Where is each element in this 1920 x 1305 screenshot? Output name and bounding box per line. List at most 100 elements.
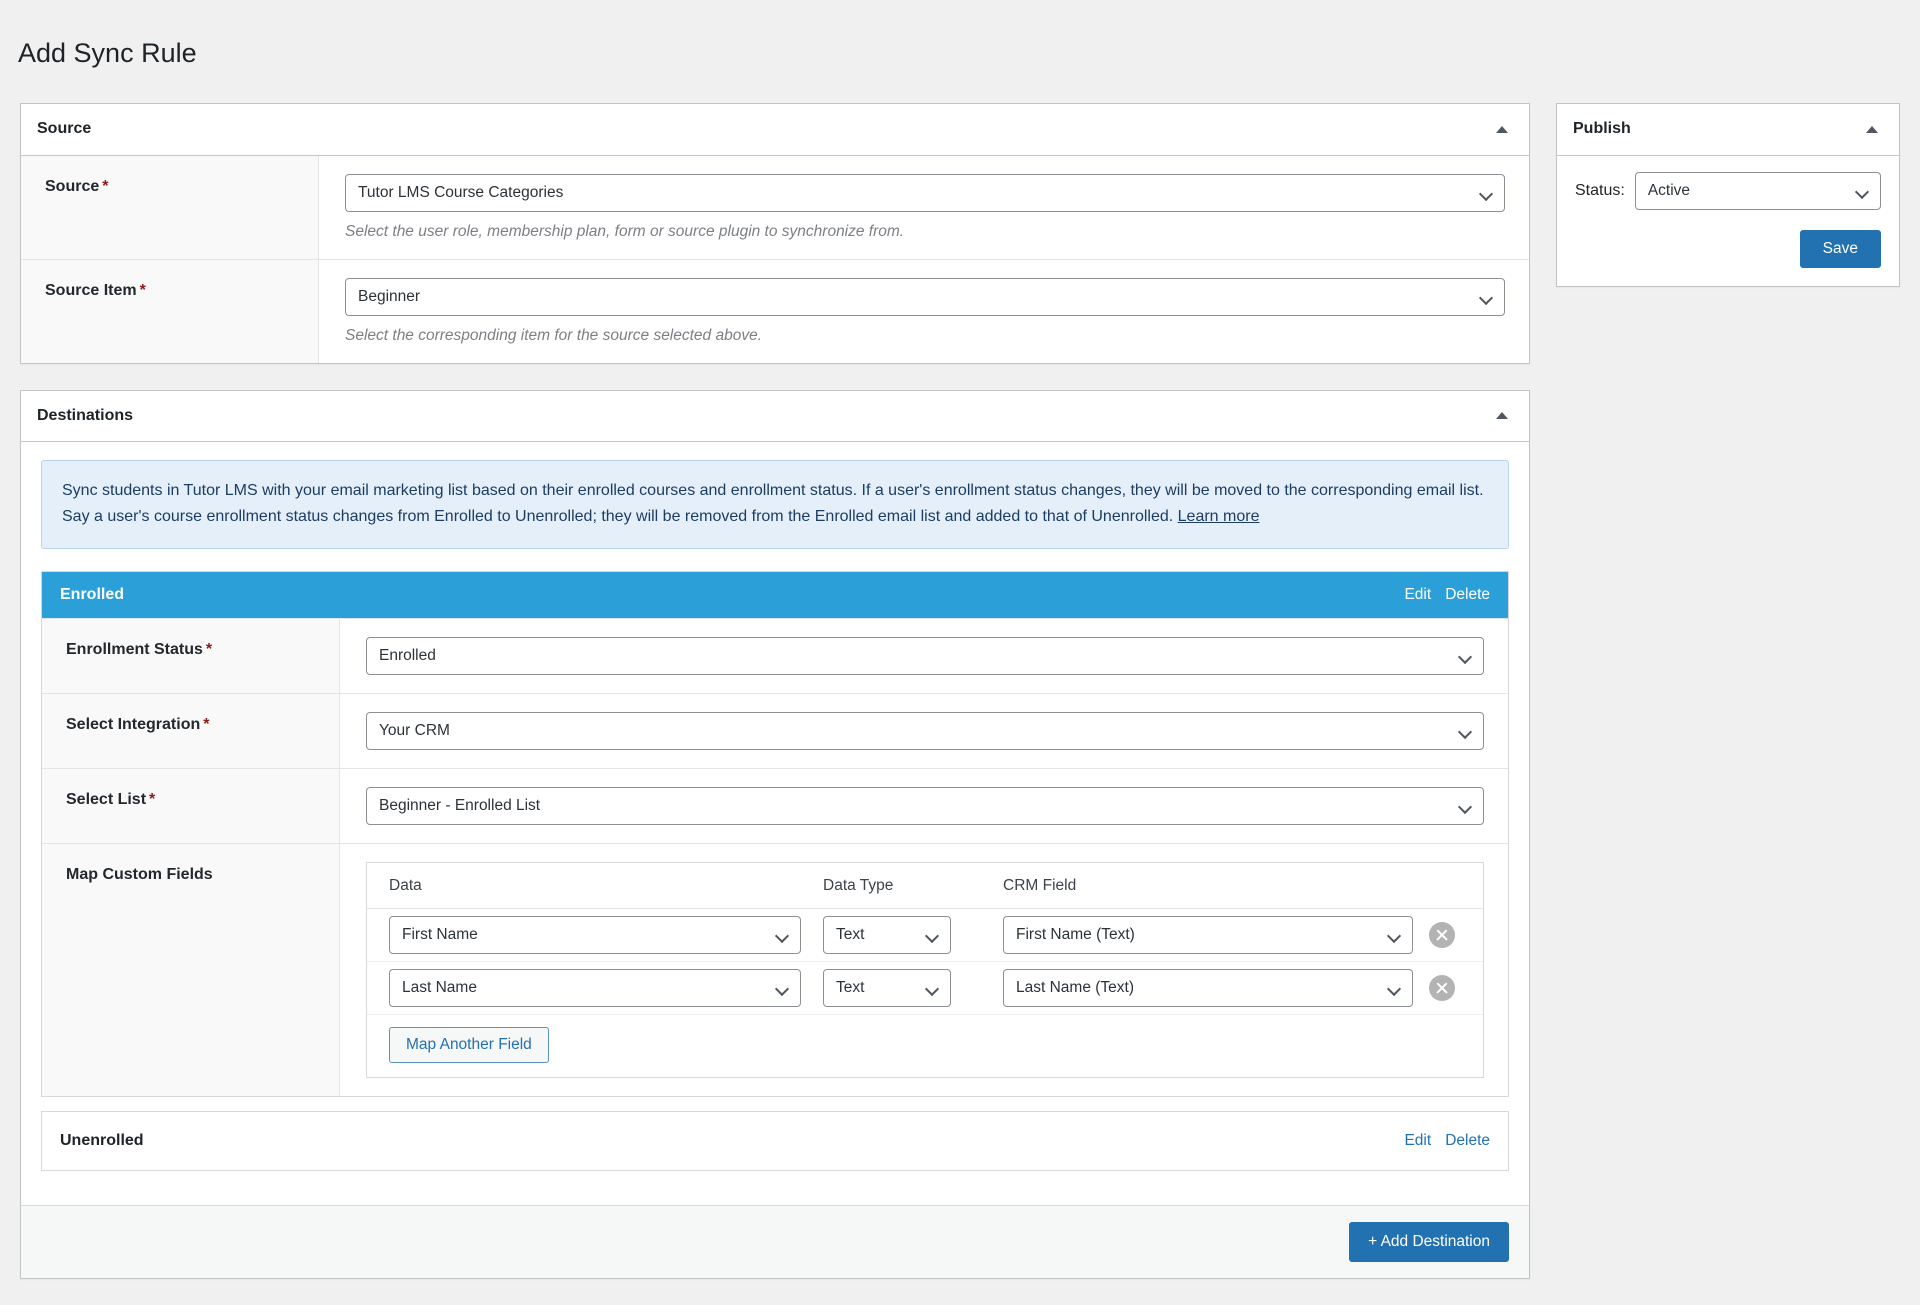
enrollment-status-field: Enrolled [340,618,1508,693]
source-item-label-text: Source Item [45,281,137,299]
map-row-type-cell: Text [819,968,999,1007]
edit-destination-enrolled-link[interactable]: Edit [1404,586,1431,604]
select-integration-row: Select Integration * Your CRM [42,692,1508,768]
source-panel-header: Source [21,104,1529,156]
required-marker: * [139,281,146,299]
publish-panel-title: Publish [1573,120,1631,138]
map-row-remove-cell [1413,921,1471,948]
map-row-data-cell: Last Name [379,968,819,1007]
enrollment-status-row: Enrollment Status * Enrolled [42,617,1508,693]
source-item-label: Source Item * [21,259,319,363]
delete-destination-enrolled-link[interactable]: Delete [1445,586,1490,604]
column-header-data-type: Data Type [823,876,894,894]
source-item-select[interactable]: Beginner [345,277,1505,316]
map-crm-field-select[interactable]: Last Name (Text) [1003,968,1413,1007]
select-integration-label-text: Select Integration [66,715,201,733]
map-row-crm-cell: Last Name (Text) [999,968,1413,1007]
admin-page: Add Sync Rule Source Source * Tutor LMS C… [0,18,1920,1279]
required-marker: * [203,715,210,733]
publish-panel-body: Status: Active Save [1557,155,1899,286]
edit-destination-unenrolled-link[interactable]: Edit [1404,1132,1431,1150]
destination-card-unenrolled: Unenrolled Edit Delete [41,1110,1509,1171]
destinations-panel-title: Destinations [37,406,134,424]
publish-actions: Save [1575,229,1881,268]
select-list-label-text: Select List [66,790,147,808]
map-field-row: Last Name Text Last Name (Text) [367,962,1483,1015]
source-field: Tutor LMS Course Categories Select the u… [319,155,1529,259]
destination-enrolled-header: Enrolled Edit Delete [42,571,1508,618]
map-row-crm-cell: First Name (Text) [999,915,1413,954]
destinations-footer: + Add Destination [21,1204,1529,1278]
publish-panel-header: Publish [1557,104,1899,156]
learn-more-link[interactable]: Learn more [1178,508,1260,525]
select-integration-label: Select Integration * [42,693,340,768]
triangle-up-icon[interactable] [1491,118,1513,140]
close-circle-icon[interactable] [1429,974,1455,1001]
map-custom-fields-label: Map Custom Fields [42,843,340,1096]
close-circle-icon[interactable] [1429,921,1455,948]
source-item-field: Beginner Select the corresponding item f… [319,259,1529,363]
page-title: Add Sync Rule [18,38,197,69]
map-table-header: Data Data Type CRM Field [367,863,1483,909]
source-select[interactable]: Tutor LMS Course Categories [345,173,1505,212]
triangle-up-icon[interactable] [1491,405,1513,427]
enrollment-status-label: Enrollment Status * [42,618,340,693]
destinations-notice-text: Sync students in Tutor LMS with your ema… [62,482,1484,525]
map-data-select[interactable]: Last Name [389,968,801,1007]
map-crm-field-select[interactable]: First Name (Text) [1003,915,1413,954]
select-integration-select[interactable]: Your CRM [366,711,1484,750]
required-marker: * [102,177,109,195]
map-custom-fields-field: Data Data Type CRM Field First Name Text… [340,843,1508,1096]
select-list-field: Beginner - Enrolled List [340,768,1508,843]
select-list-select[interactable]: Beginner - Enrolled List [366,786,1484,825]
publish-status-row: Status: Active [1575,171,1881,210]
destinations-notice: Sync students in Tutor LMS with your ema… [41,460,1509,549]
destination-unenrolled-header: Unenrolled Edit Delete [42,1111,1508,1170]
map-field-row: First Name Text First Name (Text) [367,909,1483,962]
sidebar-column: Publish Status: Active Save [1556,103,1900,312]
enrollment-status-label-text: Enrollment Status [66,640,203,658]
destination-unenrolled-actions: Edit Delete [1404,1132,1490,1150]
map-data-type-select[interactable]: Text [823,968,951,1007]
map-custom-fields-row: Map Custom Fields Data Data Type CRM Fie… [42,842,1508,1096]
source-row: Source * Tutor LMS Course Categories Sele… [21,155,1529,260]
source-panel-title: Source [37,120,92,138]
page-columns: Source Source * Tutor LMS Course Categori… [0,103,1920,1305]
source-item-row: Source Item * Beginner Select the corresp… [21,259,1529,363]
source-item-help-text: Select the corresponding item for the so… [345,326,763,344]
source-panel: Source Source * Tutor LMS Course Categori… [20,103,1530,364]
select-list-label: Select List * [42,768,340,843]
source-help-text: Select the user role, membership plan, f… [345,222,905,240]
map-another-field-button[interactable]: Map Another Field [389,1026,549,1063]
publish-panel: Publish Status: Active Save [1556,103,1900,287]
destination-card-enrolled: Enrolled Edit Delete Enrollment Status* [41,570,1509,1097]
map-data-select[interactable]: First Name [389,915,801,954]
save-button[interactable]: Save [1799,229,1881,268]
destination-enrolled-actions: Edit Delete [1404,586,1490,604]
source-label: Source * [21,155,319,259]
map-table-footer: Map Another Field [367,1015,1483,1077]
destination-enrolled-title: Enrolled [60,585,125,603]
enrollment-status-select[interactable]: Enrolled [366,636,1484,675]
select-integration-field: Your CRM [340,693,1508,768]
delete-destination-unenrolled-link[interactable]: Delete [1445,1132,1490,1150]
status-label: Status: [1575,181,1625,199]
triangle-up-icon[interactable] [1861,118,1883,140]
main-column: Source Source * Tutor LMS Course Categori… [20,103,1530,1305]
column-header-remove [1413,877,1471,895]
column-header-data: Data [389,876,422,894]
required-marker: * [205,640,213,658]
required-marker: * [149,790,156,808]
destinations-panel: Destinations Sync students in Tutor LMS … [20,389,1530,1279]
map-row-type-cell: Text [819,915,999,954]
map-data-type-select[interactable]: Text [823,915,951,954]
map-row-remove-cell [1413,974,1471,1001]
map-row-data-cell: First Name [379,915,819,954]
status-select[interactable]: Active [1634,171,1881,210]
select-list-row: Select List * Beginner - Enrolled List [42,767,1508,843]
destinations-panel-header: Destinations [21,391,1529,443]
map-custom-fields-table: Data Data Type CRM Field First Name Text… [366,861,1484,1078]
add-destination-button[interactable]: + Add Destination [1349,1221,1509,1262]
source-label-text: Source [45,177,100,195]
destination-unenrolled-title: Unenrolled [60,1131,144,1149]
